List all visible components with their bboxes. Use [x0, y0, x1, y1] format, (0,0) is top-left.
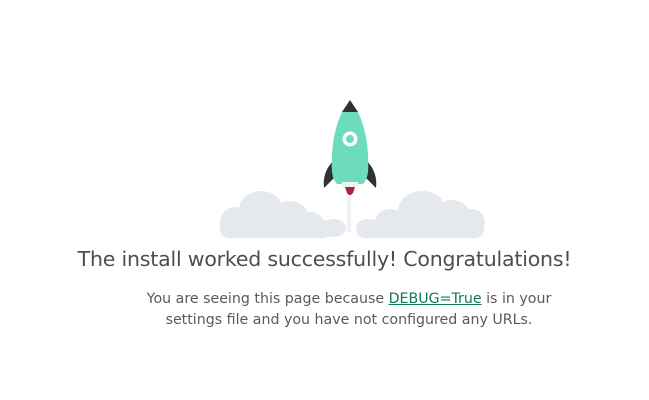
- cloud-icon: [220, 191, 485, 238]
- rocket-body: [331, 112, 369, 184]
- description-text: You are seeing this page because DEBUG=T…: [144, 289, 554, 331]
- description-before-link: You are seeing this page because: [146, 291, 389, 307]
- rocket-flame: [345, 187, 355, 195]
- page: The install worked successfully! Congrat…: [0, 0, 649, 400]
- success-title: The install worked successfully! Congrat…: [77, 247, 572, 271]
- rocket-nozzle: [342, 182, 358, 187]
- exhaust-trail: [347, 194, 351, 232]
- rocket-nose: [342, 100, 358, 112]
- rocket-launch-illustration: [216, 98, 488, 242]
- debug-true-link[interactable]: DEBUG=True: [389, 291, 482, 307]
